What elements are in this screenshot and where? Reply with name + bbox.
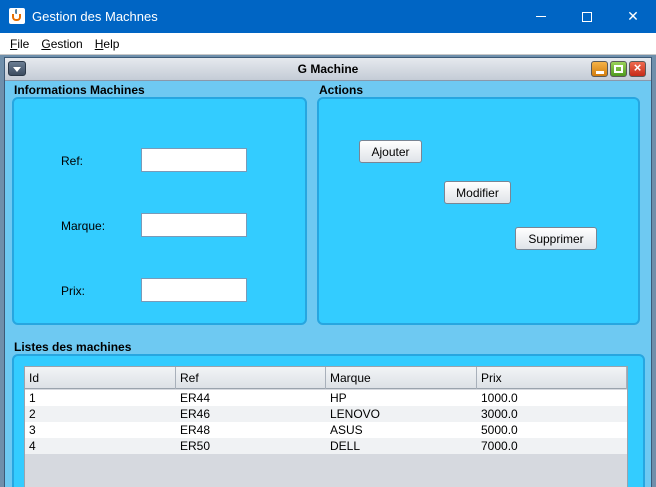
frame-minimize-button[interactable] [591,61,608,77]
column-header-marque[interactable]: Marque [326,367,477,389]
prix-label: Prix: [61,284,85,298]
prix-field[interactable] [141,278,247,302]
table-row[interactable]: 3 ER48 ASUS 5000.0 [25,422,627,438]
table-cell: 3000.0 [481,407,518,421]
frame-maximize-button[interactable] [610,61,627,77]
table-cell: ASUS [330,423,363,437]
marque-field[interactable] [141,213,247,237]
info-panel-heading: Informations Machines [14,83,145,97]
maximize-button[interactable] [564,0,610,33]
ref-label: Ref: [61,154,84,168]
table-row[interactable]: 1 ER44 HP 1000.0 [25,390,627,406]
table-cell: 4 [29,439,36,453]
minimize-icon [536,16,546,17]
table-cell: ER48 [180,423,211,437]
table-body: 1 ER44 HP 1000.0 2 ER46 LENOVO 3000.0 3 … [25,390,627,454]
java-cup-icon [9,8,25,24]
table-cell: LENOVO [330,407,381,421]
table-cell: HP [330,391,347,405]
marque-label: Marque: [61,219,106,233]
actions-panel: Ajouter Modifier Supprimer [317,97,640,325]
ref-field[interactable] [141,148,247,172]
close-icon: × [633,60,642,75]
column-header-ref[interactable]: Ref [176,367,326,389]
internal-frame-titlebar[interactable]: G Machine × [5,58,651,81]
close-button[interactable]: ✕ [610,0,656,33]
internal-frame-title: G Machine [297,62,359,76]
edit-button[interactable]: Modifier [444,181,511,204]
actions-panel-heading: Actions [319,83,364,97]
table-cell: 3 [29,423,36,437]
table-cell: 1 [29,391,36,405]
window-titlebar: Gestion des Machnes ✕ [0,0,656,33]
table-cell: ER46 [180,407,211,421]
list-panel-heading: Listes des machines [14,340,132,354]
info-panel: Ref: Marque: Prix: [12,97,307,325]
table-cell: 5000.0 [481,423,518,437]
table-header: Id Ref Marque Prix [25,367,627,389]
delete-button[interactable]: Supprimer [515,227,597,250]
menu-help[interactable]: Help [93,37,122,51]
table-cell: 1000.0 [481,391,518,405]
table-cell: 7000.0 [481,439,518,453]
maximize-icon [614,65,623,73]
column-header-prix[interactable]: Prix [477,367,627,389]
menu-file[interactable]: File [8,37,31,51]
table-row[interactable]: 4 ER50 DELL 7000.0 [25,438,627,454]
table-row[interactable]: 2 ER46 LENOVO 3000.0 [25,406,627,422]
frame-close-button[interactable]: × [629,60,646,77]
window-title: Gestion des Machnes [32,9,158,24]
table-cell: 2 [29,407,36,421]
table-cell: ER44 [180,391,211,405]
add-button[interactable]: Ajouter [359,140,422,163]
internal-frame: G Machine × Informations Machines Ref: M… [4,57,652,487]
minimize-icon [596,71,604,74]
table-cell: ER50 [180,439,211,453]
column-header-id[interactable]: Id [25,367,176,389]
machines-table[interactable]: Id Ref Marque Prix 1 ER44 HP 1000.0 2 ER… [24,366,628,487]
close-icon: ✕ [627,8,639,24]
menu-gestion[interactable]: Gestion [39,37,84,51]
menu-bar: File Gestion Help [0,33,656,55]
minimize-button[interactable] [518,0,564,33]
maximize-icon [582,11,592,22]
desktop-pane: G Machine × Informations Machines Ref: M… [0,55,656,487]
table-cell: DELL [330,439,361,453]
